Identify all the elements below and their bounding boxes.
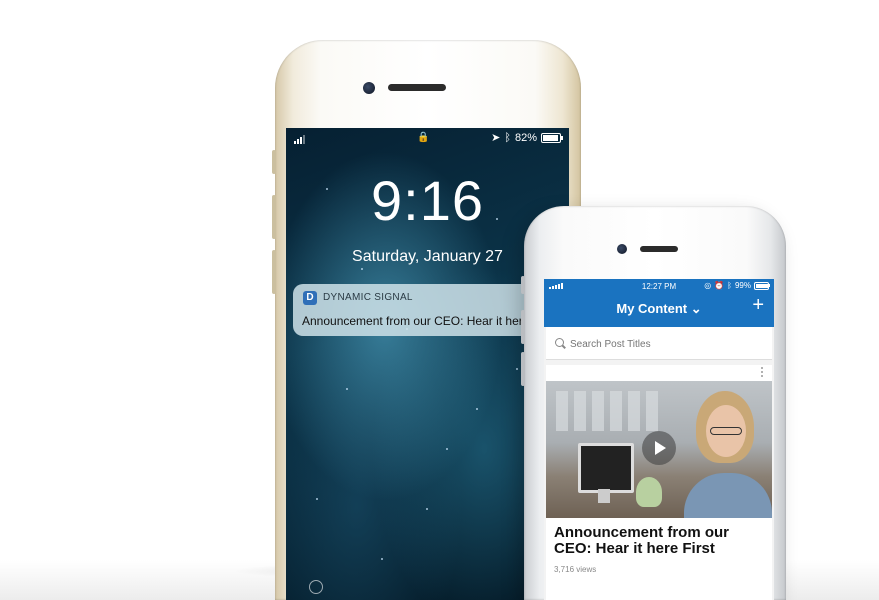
earpiece-speaker — [388, 84, 446, 91]
notification-app-name: DYNAMIC SIGNAL — [323, 292, 413, 303]
volume-up-button — [272, 195, 276, 239]
signal-icon — [294, 135, 305, 144]
volume-up-button — [521, 310, 525, 344]
battery-percent: 82% — [514, 131, 537, 144]
volume-down-button — [521, 352, 525, 386]
post-views: 3,716 views — [554, 565, 597, 574]
front-camera — [363, 82, 375, 94]
alarm-icon: ⏰ — [714, 281, 725, 290]
more-options-icon[interactable] — [761, 367, 764, 377]
bluetooth-icon: ᛒ — [727, 281, 732, 290]
volume-down-button — [272, 250, 276, 294]
front-camera — [617, 244, 627, 254]
earpiece-speaker — [640, 246, 678, 252]
search-input[interactable] — [568, 333, 762, 355]
status-bar: 🔒 ➤ ᛒ 82% — [286, 128, 569, 150]
notification-message: Announcement from our CEO: Hear it here … — [302, 314, 553, 328]
battery-icon — [754, 281, 770, 290]
mute-switch — [272, 150, 276, 174]
add-post-button[interactable]: + — [752, 295, 764, 315]
post-card[interactable]: Announcement from our CEO: Hear it here … — [546, 365, 772, 600]
search-icon — [555, 338, 564, 347]
search-bar — [546, 327, 772, 360]
location-icon: ◎ — [704, 281, 712, 290]
monitor-graphic — [578, 443, 634, 493]
post-video-thumbnail[interactable] — [546, 381, 772, 518]
app-phone: 12:27 PM ◎ ⏰ ᛒ 99% My Content ⌄ + Search… — [521, 206, 786, 600]
camera-shortcut-icon[interactable] — [309, 580, 323, 594]
lock-icon: 🔒 — [417, 132, 430, 143]
dynamic-signal-logo-icon: D — [303, 291, 317, 305]
battery-percent: 99% — [734, 281, 751, 290]
content-dropdown[interactable]: My Content ⌄ — [544, 301, 774, 317]
lock-time: 9:16 — [371, 169, 484, 232]
play-icon[interactable] — [642, 431, 676, 465]
location-icon: ➤ — [491, 132, 501, 144]
mute-switch — [521, 276, 525, 294]
post-headline[interactable]: Announcement from our CEO: Hear it here … — [554, 525, 766, 557]
app-header: 12:27 PM ◎ ⏰ ᛒ 99% My Content ⌄ + — [544, 279, 774, 327]
bluetooth-icon: ᛒ — [504, 131, 511, 144]
status-bar: 12:27 PM ◎ ⏰ ᛒ 99% — [544, 279, 774, 293]
app-screen: 12:27 PM ◎ ⏰ ᛒ 99% My Content ⌄ + Search… — [544, 279, 774, 600]
battery-icon — [541, 132, 563, 143]
